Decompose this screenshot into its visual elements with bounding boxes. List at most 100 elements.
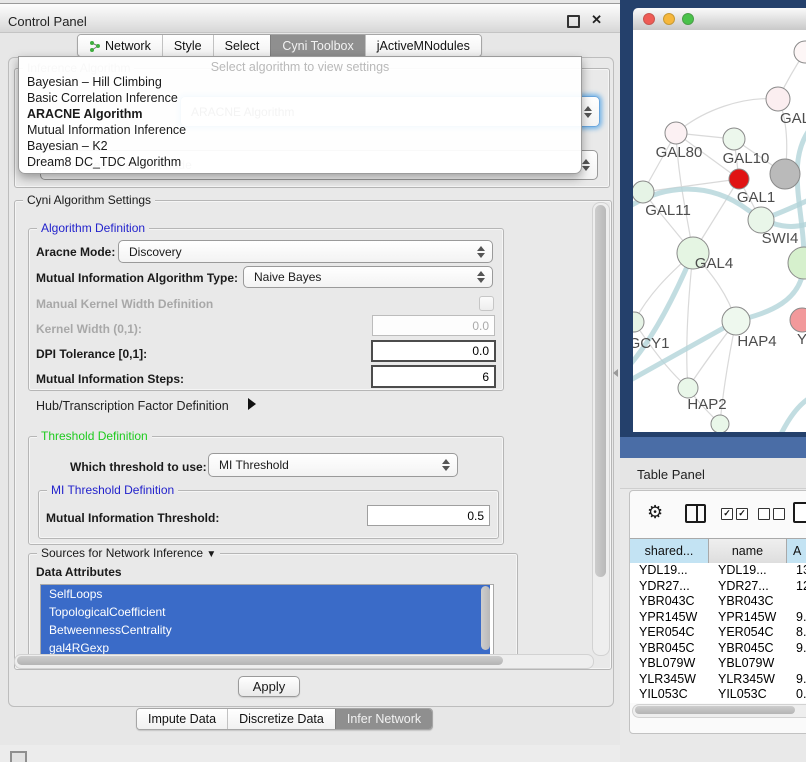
table-row[interactable]: YBR043CYBR043C [630,594,806,610]
tab-jactivemnodules[interactable]: jActiveMNodules [365,35,481,56]
settings-hscrollbar-thumb[interactable] [17,656,503,665]
columns-icon[interactable] [685,504,706,523]
node-label: GAL1 [737,189,775,206]
dpi-tolerance-input[interactable] [371,340,496,362]
which-threshold-combo[interactable]: MI Threshold [208,453,458,477]
node-gcy1[interactable] [633,312,644,332]
unselect-all-icon[interactable] [758,508,770,520]
data-attributes-label: Data Attributes [36,565,122,579]
table-hscrollbar-track[interactable] [632,704,806,718]
column-header-third[interactable]: A [787,539,806,563]
attribute-item[interactable]: TopologicalCoefficient [41,603,490,621]
table-panel-box: ⚙ ✓ ✓ shared... name A YDL19...YDL19...1… [629,490,806,734]
table-row[interactable]: YLR345WYLR345W9. [630,672,806,688]
table-row[interactable]: YDR27...YDR27...12 [630,579,806,595]
minimize-window-icon[interactable] [664,14,675,25]
expand-down-icon[interactable]: ▼ [206,549,216,560]
table-row[interactable]: YDL19...YDL19...13 [630,563,806,579]
mi-type-label: Mutual Information Algorithm Type: [36,271,238,285]
float-window-icon[interactable] [567,15,580,28]
node-gray[interactable] [770,159,800,189]
settings-hscrollbar-track[interactable] [14,654,594,669]
tab-style[interactable]: Style [162,35,213,56]
mi-steps-input[interactable] [371,365,496,388]
node-gal2[interactable] [766,87,790,111]
export-table-icon[interactable] [793,502,806,523]
node-partial-top[interactable] [794,41,806,63]
tab-cyni-toolbox[interactable]: Cyni Toolbox [270,35,364,56]
minimized-panel-icon[interactable] [10,751,27,762]
dropdown-item[interactable]: Bayesian – Hill Climbing [27,75,162,89]
node-gal80[interactable] [665,122,687,144]
dropdown-item[interactable]: Bayesian – K2 [27,139,108,153]
mi-type-combo[interactable]: Naive Bayes [243,266,493,288]
node-bottom[interactable] [711,415,729,432]
close-window-icon[interactable] [644,14,655,25]
node-salmon[interactable] [790,308,806,332]
mi-steps-label: Mutual Information Steps: [36,372,184,386]
tab-discretize-data[interactable]: Discretize Data [227,709,335,729]
attribute-item[interactable]: SelfLoops [41,585,490,603]
settings-vscrollbar-thumb[interactable] [595,205,606,577]
tab-network-label: Network [105,39,151,53]
node-green-right[interactable] [788,247,806,279]
apply-button[interactable]: Apply [238,676,300,697]
dropdown-item[interactable]: Basic Correlation Inference [27,91,178,105]
column-header-shared-name[interactable]: shared... [630,539,709,563]
table-row[interactable]: YER054CYER054C8. [630,625,806,641]
dropdown-item[interactable]: Dream8 DC_TDC Algorithm [27,155,181,169]
gear-icon[interactable]: ⚙ [647,502,663,523]
node-label: HAP4 [737,333,776,350]
node-hap4[interactable] [722,307,750,335]
collapse-right-icon[interactable] [248,398,256,410]
unselect-all-icon[interactable] [773,508,785,520]
zoom-window-icon[interactable] [683,14,694,25]
tab-select[interactable]: Select [213,35,271,56]
node-gal11[interactable] [633,181,654,203]
attributes-list-scrollbar[interactable] [481,586,490,650]
table-toolbar: ⚙ ✓ ✓ [630,491,806,537]
network-canvas[interactable]: GAL GAL80 GAL10 GAL1 GAL11 SWI4 GAL4 GCY… [633,30,806,432]
tab-impute-data[interactable]: Impute Data [137,709,227,729]
traffic-lights [641,8,711,30]
network-graph: GAL GAL80 GAL10 GAL1 GAL11 SWI4 GAL4 GCY… [633,30,806,432]
dropdown-placeholder: Select algorithm to view settings [19,60,581,74]
table-panel: Table Panel ⚙ ✓ ✓ shared... name A YDL19… [620,458,806,762]
node-gal10[interactable] [723,128,745,150]
aracne-mode-combo[interactable]: Discovery [118,240,493,263]
table-body: YDL19...YDL19...13 YDR27...YDR27...12 YB… [630,563,806,703]
mi-threshold-input[interactable] [367,505,490,526]
tab-network[interactable]: Network [78,35,162,56]
node-gal1[interactable] [729,169,749,189]
select-all-check-icon[interactable]: ✓ [721,508,733,520]
table-row[interactable]: YIL053CYIL053C0. [630,687,806,703]
network-window-titlebar[interactable] [633,8,806,31]
combo-spinner-icon [441,459,450,471]
kernel-width-input[interactable] [372,315,495,336]
close-icon[interactable]: ✕ [591,12,602,28]
settings-vscrollbar-track[interactable] [592,202,610,656]
control-panel-titlebar: Control Panel ✕ [0,3,620,33]
table-hscrollbar-thumb[interactable] [635,706,795,714]
table-row[interactable]: YBR045CYBR045C9. [630,641,806,657]
table-row[interactable]: YBL079WYBL079W [630,656,806,672]
algorithm-dropdown-popup: Select algorithm to view settings Bayesi… [18,56,582,174]
node-label: Y [797,331,806,348]
dropdown-item[interactable]: Mutual Information Inference [27,123,186,137]
cyni-algorithm-settings-title: Cyni Algorithm Settings [23,193,155,207]
hub-tf-section[interactable]: Hub/Transcription Factor Definition [36,399,229,413]
threshold-definition-title: Threshold Definition [37,429,152,443]
manual-kernel-checkbox[interactable] [479,296,494,311]
select-all-check-icon[interactable]: ✓ [736,508,748,520]
splitter-collapse-icon[interactable] [613,369,618,377]
node-label: GAL4 [695,255,733,272]
node-hap2[interactable] [678,378,698,398]
table-row[interactable]: YPR145WYPR145W9. [630,610,806,626]
tab-infer-network[interactable]: Infer Network [335,709,432,729]
dpi-tolerance-label: DPI Tolerance [0,1]: [36,347,147,361]
dropdown-item-selected[interactable]: ARACNE Algorithm [27,107,143,121]
column-header-name[interactable]: name [709,539,787,563]
combo-spinner-icon [583,106,592,118]
attribute-item[interactable]: BetweennessCentrality [41,621,490,639]
desktop-background [620,437,806,458]
